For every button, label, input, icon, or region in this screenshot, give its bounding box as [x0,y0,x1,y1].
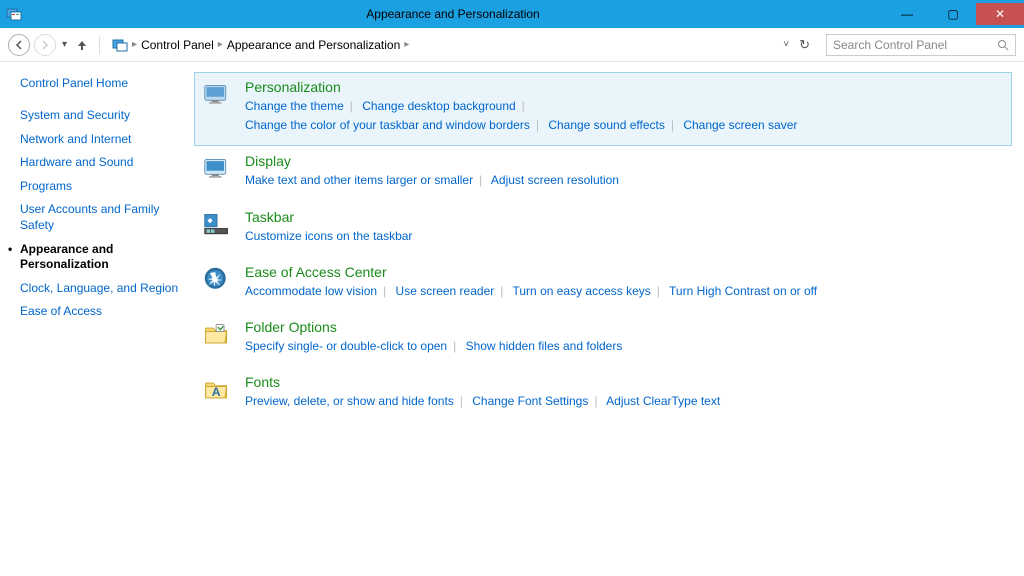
section-fonts: A Fonts Preview, delete, or show and hid… [194,367,1012,422]
section-title[interactable]: Folder Options [245,319,1003,335]
section-title[interactable]: Personalization [245,79,1003,95]
window-app-icon [6,6,22,22]
link-easy-access-keys[interactable]: Turn on easy access keys [513,284,651,298]
link-change-sound-effects[interactable]: Change sound effects [548,118,665,132]
search-icon [997,39,1009,51]
link-change-screen-saver[interactable]: Change screen saver [683,118,797,132]
window-titlebar: Appearance and Personalization — ▢ ✕ [0,0,1024,28]
sidebar: Control Panel Home System and Security N… [0,62,190,576]
link-use-screen-reader[interactable]: Use screen reader [396,284,495,298]
taskbar-icon [203,211,231,239]
control-panel-home-link[interactable]: Control Panel Home [20,76,180,90]
section-links: Change the theme| Change desktop backgro… [245,97,1003,135]
link-hidden-files[interactable]: Show hidden files and folders [466,339,623,353]
address-toolbar: ▾ ▸ Control Panel ▸ Appearance and Perso… [0,28,1024,62]
minimize-button[interactable]: — [884,3,930,25]
sidebar-item-appearance-personalization[interactable]: Appearance and Personalization [20,242,180,273]
breadcrumb-separator[interactable]: ▸ [404,39,409,50]
toolbar-divider [99,36,100,54]
section-personalization[interactable]: Personalization Change the theme| Change… [194,72,1012,146]
main-content: Personalization Change the theme| Change… [190,62,1024,576]
breadcrumb-root[interactable]: Control Panel [141,38,214,52]
content-body: Control Panel Home System and Security N… [0,62,1024,576]
section-taskbar: Taskbar Customize icons on the taskbar [194,202,1012,257]
sidebar-item-network-internet[interactable]: Network and Internet [20,132,180,148]
window-buttons: — ▢ ✕ [884,3,1024,25]
maximize-button[interactable]: ▢ [930,3,976,25]
link-change-font-settings[interactable]: Change Font Settings [472,394,588,408]
ease-of-access-icon [203,266,231,294]
address-dropdown[interactable]: ˅ [783,39,789,50]
refresh-button[interactable]: ↻ [799,37,810,53]
section-links: Customize icons on the taskbar [245,227,1003,246]
sidebar-item-system-security[interactable]: System and Security [20,108,180,124]
recent-locations-dropdown[interactable]: ▾ [62,39,67,50]
sidebar-item-programs[interactable]: Programs [20,179,180,195]
back-button[interactable] [8,34,30,56]
sidebar-item-user-accounts[interactable]: User Accounts and Family Safety [20,202,180,233]
search-placeholder: Search Control Panel [833,38,947,52]
section-links: Specify single- or double-click to open|… [245,337,1003,356]
breadcrumb[interactable]: ▸ Control Panel ▸ Appearance and Persona… [108,37,779,53]
link-change-theme[interactable]: Change the theme [245,99,344,113]
svg-text:A: A [212,385,221,399]
link-cleartype[interactable]: Adjust ClearType text [606,394,720,408]
breadcrumb-separator[interactable]: ▸ [218,39,223,50]
section-title[interactable]: Fonts [245,374,1003,390]
section-folder-options: Folder Options Specify single- or double… [194,312,1012,367]
section-ease-of-access: Ease of Access Center Accommodate low vi… [194,257,1012,312]
address-right-controls: ˅ ↻ [783,37,810,53]
up-button[interactable] [73,34,91,56]
link-change-desktop-background[interactable]: Change desktop background [362,99,515,113]
sidebar-item-clock-language-region[interactable]: Clock, Language, and Region [20,281,180,297]
section-title[interactable]: Display [245,153,1003,169]
link-text-size[interactable]: Make text and other items larger or smal… [245,173,473,187]
personalization-icon [203,81,231,109]
link-preview-fonts[interactable]: Preview, delete, or show and hide fonts [245,394,454,408]
link-high-contrast[interactable]: Turn High Contrast on or off [669,284,817,298]
section-links: Make text and other items larger or smal… [245,171,1003,190]
folder-options-icon [203,321,231,349]
forward-button[interactable] [34,34,56,56]
close-button[interactable]: ✕ [976,3,1024,25]
sidebar-item-hardware-sound[interactable]: Hardware and Sound [20,155,180,171]
link-change-taskbar-color[interactable]: Change the color of your taskbar and win… [245,118,530,132]
section-display: Display Make text and other items larger… [194,146,1012,201]
breadcrumb-separator[interactable]: ▸ [132,39,137,50]
search-input[interactable]: Search Control Panel [826,34,1016,56]
window-title: Appearance and Personalization [22,7,884,21]
section-links: Accommodate low vision| Use screen reade… [245,282,1003,301]
breadcrumb-current[interactable]: Appearance and Personalization [227,38,400,52]
section-title[interactable]: Taskbar [245,209,1003,225]
display-icon [203,155,231,183]
link-customize-taskbar-icons[interactable]: Customize icons on the taskbar [245,229,412,243]
location-icon [112,37,128,53]
link-click-to-open[interactable]: Specify single- or double-click to open [245,339,447,353]
link-screen-resolution[interactable]: Adjust screen resolution [491,173,619,187]
link-accommodate-low-vision[interactable]: Accommodate low vision [245,284,377,298]
fonts-icon: A [203,376,231,404]
section-links: Preview, delete, or show and hide fonts|… [245,392,1003,411]
section-title[interactable]: Ease of Access Center [245,264,1003,280]
sidebar-item-ease-of-access[interactable]: Ease of Access [20,304,180,320]
